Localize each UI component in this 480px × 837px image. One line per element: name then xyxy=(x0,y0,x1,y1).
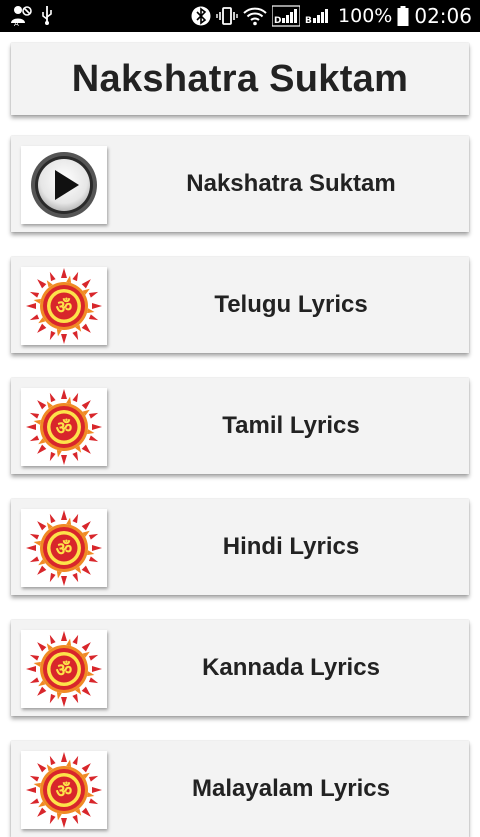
om-mandala-icon xyxy=(21,267,107,345)
signal-icon: B xyxy=(305,9,329,26)
battery-percent: 100% xyxy=(338,5,393,27)
list-item-label: Nakshatra Suktam xyxy=(186,170,396,197)
om-mandala-icon xyxy=(21,388,107,466)
thumbnail xyxy=(21,630,107,708)
thumbnail xyxy=(21,388,107,466)
om-mandala-icon xyxy=(21,630,107,708)
title-card: Nakshatra Suktam xyxy=(11,43,469,115)
thumbnail xyxy=(21,509,107,587)
svg-text:A: A xyxy=(14,20,19,26)
list-item-hindi[interactable]: Hindi Lyrics xyxy=(11,499,469,595)
list-item-label: Malayalam Lyrics xyxy=(192,775,390,802)
list-item-label: Tamil Lyrics xyxy=(222,412,360,439)
person-off-icon: A xyxy=(11,6,32,26)
clock: 02:06 xyxy=(414,4,472,28)
list-item-audio[interactable]: Nakshatra Suktam xyxy=(11,136,469,232)
signal-icon: D xyxy=(272,5,301,27)
thumbnail xyxy=(21,751,107,829)
list-item-label: Hindi Lyrics xyxy=(222,533,360,560)
play-icon xyxy=(21,146,107,224)
thumbnail xyxy=(21,267,107,345)
bluetooth-icon xyxy=(191,6,211,26)
thumbnail xyxy=(21,146,107,224)
om-mandala-icon xyxy=(21,509,107,587)
list-item-tamil[interactable]: Tamil Lyrics xyxy=(11,378,469,474)
battery-icon xyxy=(397,6,409,26)
list-item-kannada[interactable]: Kannada Lyrics xyxy=(11,620,469,716)
om-mandala-icon xyxy=(21,751,107,829)
list-item-malayalam[interactable]: Malayalam Lyrics xyxy=(11,741,469,837)
wifi-icon xyxy=(243,7,267,26)
list-item-label: Telugu Lyrics xyxy=(214,291,368,318)
svg-text:B: B xyxy=(305,16,312,26)
vibrate-icon xyxy=(216,7,238,25)
list-item-label: Kannada Lyrics xyxy=(202,654,380,681)
list-item-telugu[interactable]: Telugu Lyrics xyxy=(11,257,469,353)
status-bar: A D B 100% 02:06 xyxy=(0,0,480,32)
svg-text:D: D xyxy=(274,16,281,26)
usb-icon xyxy=(42,6,52,25)
page-title: Nakshatra Suktam xyxy=(71,57,409,100)
